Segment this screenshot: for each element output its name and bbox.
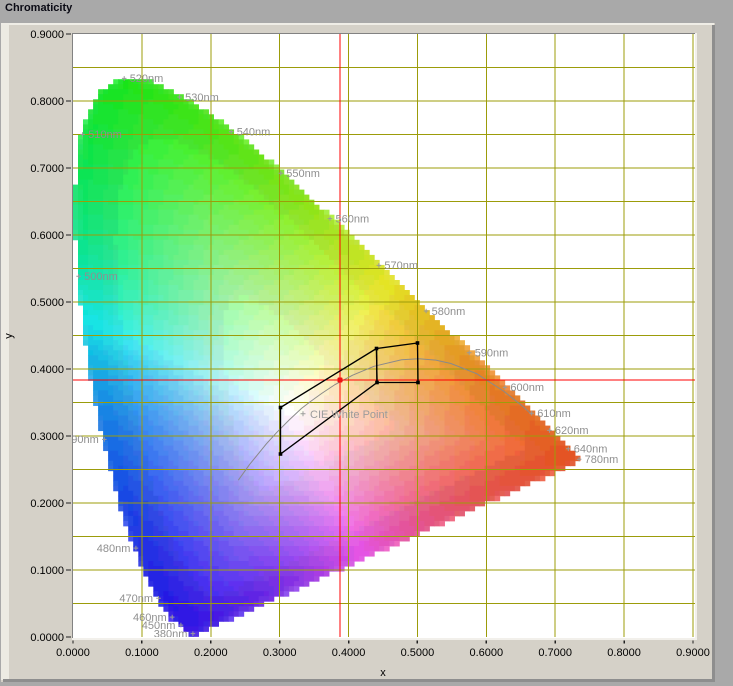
svg-text:480nm: 480nm — [97, 543, 131, 555]
svg-text:0.6000: 0.6000 — [30, 230, 64, 242]
svg-text:550nm: 550nm — [286, 168, 320, 180]
svg-text:500nm: 500nm — [84, 271, 118, 283]
svg-text:570nm: 570nm — [384, 260, 418, 272]
svg-text:0.7000: 0.7000 — [538, 647, 572, 659]
svg-text:540nm: 540nm — [237, 126, 271, 138]
svg-text:0.4000: 0.4000 — [332, 647, 366, 659]
svg-text:0.8000: 0.8000 — [30, 96, 64, 108]
svg-text:600nm: 600nm — [510, 382, 544, 394]
svg-text:780nm: 780nm — [585, 454, 619, 466]
svg-text:580nm: 580nm — [432, 306, 466, 318]
svg-text:590nm: 590nm — [475, 348, 509, 360]
svg-text:0.7000: 0.7000 — [30, 163, 64, 175]
svg-text:510nm: 510nm — [88, 129, 122, 141]
svg-text:0.0000: 0.0000 — [56, 647, 90, 659]
svg-text:x: x — [380, 667, 386, 679]
svg-text:0.5000: 0.5000 — [401, 647, 435, 659]
svg-text:0.3000: 0.3000 — [263, 647, 297, 659]
svg-text:0.4000: 0.4000 — [30, 364, 64, 376]
svg-text:y: y — [3, 333, 15, 339]
svg-text:CIE White Point: CIE White Point — [310, 409, 388, 421]
svg-text:0.1000: 0.1000 — [125, 647, 159, 659]
svg-text:530nm: 530nm — [185, 92, 219, 104]
svg-text:0.9000: 0.9000 — [30, 29, 64, 41]
svg-text:520nm: 520nm — [130, 73, 164, 85]
svg-text:0.0000: 0.0000 — [30, 632, 64, 644]
svg-text:620nm: 620nm — [555, 425, 589, 437]
svg-text:0.2000: 0.2000 — [194, 647, 228, 659]
svg-text:0.8000: 0.8000 — [607, 647, 641, 659]
svg-text:0.2000: 0.2000 — [30, 498, 64, 510]
svg-text:0.3000: 0.3000 — [30, 431, 64, 443]
svg-text:0.5000: 0.5000 — [30, 297, 64, 309]
svg-text:0.9000: 0.9000 — [676, 647, 710, 659]
svg-text:610nm: 610nm — [537, 408, 571, 420]
svg-text:470nm: 470nm — [119, 593, 153, 605]
svg-text:0.6000: 0.6000 — [469, 647, 503, 659]
svg-text:0.1000: 0.1000 — [30, 565, 64, 577]
svg-text:560nm: 560nm — [336, 213, 370, 225]
